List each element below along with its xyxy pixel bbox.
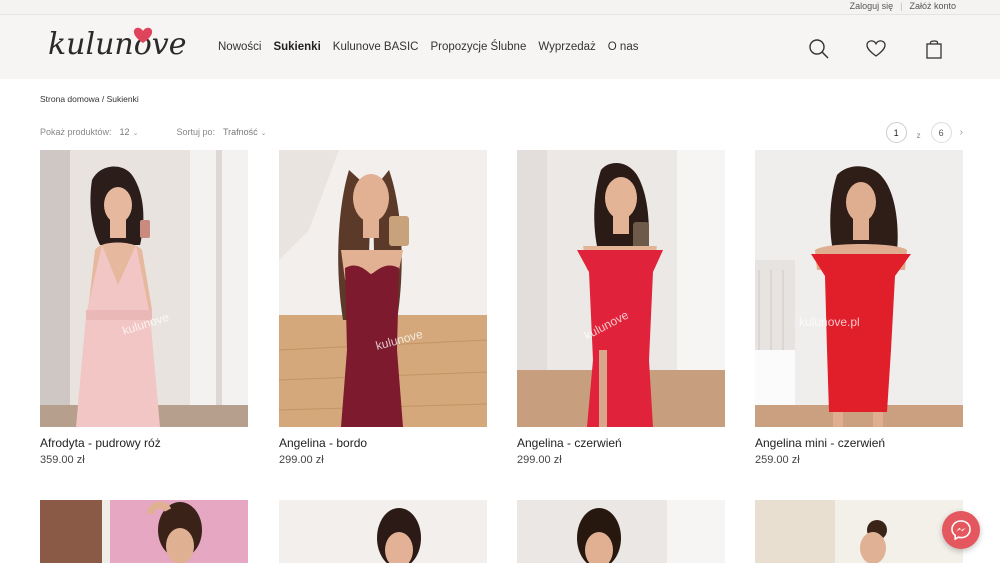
show-products-value: 12 <box>119 127 130 137</box>
chevron-down-icon: ⌄ <box>132 130 139 137</box>
messenger-icon <box>951 520 971 541</box>
product-name[interactable]: Angelina - czerwień <box>517 436 622 450</box>
nav-item-wyprzedaz[interactable]: Wyprzedaż <box>538 41 595 53</box>
nav-item-nowosci[interactable]: Nowości <box>218 41 261 53</box>
product-photo[interactable]: kulunove.pl <box>755 150 963 427</box>
show-products-select[interactable]: 12 ⌄ <box>120 127 139 137</box>
pagination: 1 z 6 › <box>885 122 963 143</box>
nav-item-o-nas[interactable]: O nas <box>608 41 639 53</box>
site-header: kulunove Nowości Sukienki Kulunove BASIC… <box>0 15 1000 79</box>
product-watermark: kulunove.pl <box>799 315 860 329</box>
product-name[interactable]: Afrodyta - pudrowy róż <box>40 436 161 450</box>
nav-item-kulunove-basic[interactable]: Kulunove BASIC <box>333 41 419 53</box>
sort-label: Sortuj po: <box>176 127 215 137</box>
sort-select[interactable]: Trafność ⌄ <box>223 127 267 137</box>
product-price: 259.00 zł <box>755 454 800 466</box>
login-link[interactable]: Zaloguj się <box>850 0 894 12</box>
product-photo[interactable]: kulunove <box>40 150 248 427</box>
product-photo[interactable] <box>40 500 248 563</box>
product-photo[interactable]: kulunove <box>279 150 487 427</box>
register-link[interactable]: Załóż konto <box>909 0 956 12</box>
chevron-down-icon: ⌄ <box>260 130 267 137</box>
product-photo[interactable] <box>755 500 963 563</box>
product-price: 299.00 zł <box>517 454 562 466</box>
breadcrumb[interactable]: Strona domowa / Sukienki <box>40 94 139 104</box>
product-photo[interactable] <box>279 500 487 563</box>
nav-item-sukienki[interactable]: Sukienki <box>273 41 320 53</box>
main-navigation: Nowości Sukienki Kulunove BASIC Propozyc… <box>218 15 650 79</box>
account-separator: | <box>900 1 903 11</box>
sort-value: Trafność <box>222 127 258 137</box>
page-last[interactable]: 6 <box>930 122 952 143</box>
product-name[interactable]: Angelina mini - czerwień <box>755 436 885 450</box>
account-links: Zaloguj się | Załóż konto <box>850 0 956 12</box>
show-products-label: Pokaż produktów: <box>40 127 112 137</box>
product-photo[interactable] <box>517 500 725 563</box>
product-price: 299.00 zł <box>279 454 324 466</box>
page-current[interactable]: 1 <box>885 122 907 143</box>
page-of-label: z <box>916 131 921 140</box>
product-photo[interactable]: kulunove <box>517 150 725 427</box>
brand-name: kulunove <box>48 27 187 62</box>
product-name[interactable]: Angelina - bordo <box>279 436 367 450</box>
shopping-bag-icon[interactable] <box>923 38 945 60</box>
top-account-bar: Zaloguj się | Załóż konto <box>0 0 1000 15</box>
nav-item-propozycje-slubne[interactable]: Propozycje Ślubne <box>430 41 526 53</box>
heart-icon[interactable] <box>865 38 887 60</box>
messenger-chat-button[interactable] <box>942 511 980 549</box>
next-page-icon[interactable]: › <box>960 127 963 138</box>
listing-toolbar: Pokaż produktów: 12 ⌄ Sortuj po: Trafność… <box>40 127 267 137</box>
brand-logo[interactable]: kulunove <box>47 21 187 67</box>
search-icon[interactable] <box>808 38 830 60</box>
product-price: 359.00 zł <box>40 454 85 466</box>
